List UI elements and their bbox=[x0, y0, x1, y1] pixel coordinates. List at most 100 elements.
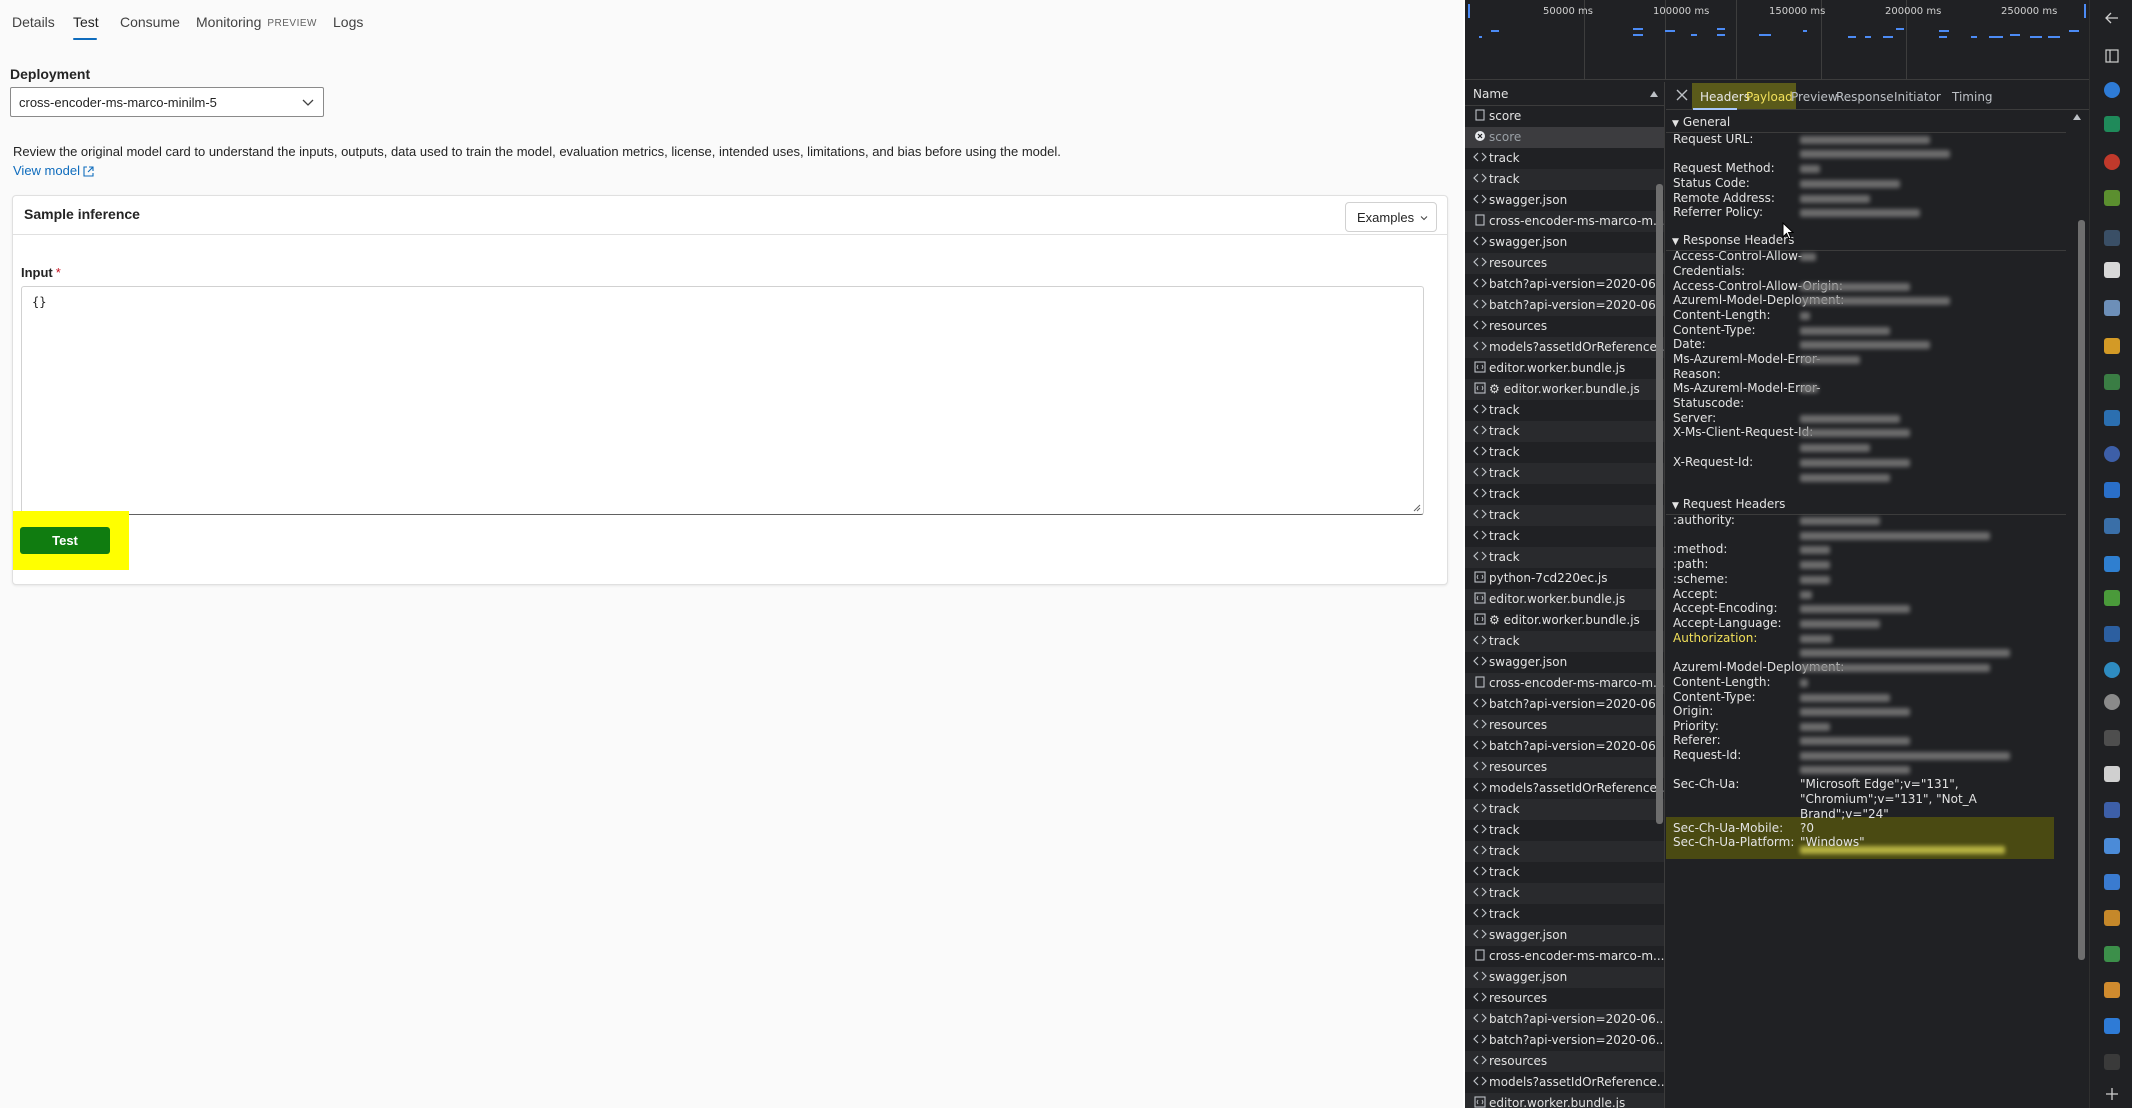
response-headers-toggle[interactable]: ▼ Response Headers bbox=[1666, 229, 2066, 251]
request-row[interactable]: score bbox=[1465, 127, 1664, 148]
general-section-toggle[interactable]: ▼ General bbox=[1666, 111, 2066, 133]
request-row[interactable]: track bbox=[1465, 400, 1664, 421]
tab-response[interactable]: Response bbox=[1836, 90, 1894, 104]
request-row[interactable]: batch?api-version=2020-06... bbox=[1465, 694, 1664, 715]
request-row[interactable]: batch?api-version=2020-06... bbox=[1465, 736, 1664, 757]
request-row[interactable]: editor.worker.bundle.js bbox=[1465, 589, 1664, 610]
input-editor[interactable]: {} bbox=[21, 286, 1424, 515]
request-row[interactable]: ⚙ editor.worker.bundle.js bbox=[1465, 610, 1664, 631]
tab-monitoring[interactable]: Monitoring PREVIEW bbox=[196, 14, 317, 30]
tools-icon[interactable] bbox=[2104, 300, 2120, 316]
monitor-icon[interactable] bbox=[2104, 518, 2120, 534]
request-row[interactable]: track bbox=[1465, 505, 1664, 526]
request-row[interactable]: track bbox=[1465, 820, 1664, 841]
request-row[interactable]: track bbox=[1465, 883, 1664, 904]
request-row[interactable]: resources bbox=[1465, 253, 1664, 274]
resize-grip-icon[interactable] bbox=[1413, 504, 1421, 512]
request-row[interactable]: track bbox=[1465, 862, 1664, 883]
red-extension-icon[interactable] bbox=[2104, 154, 2120, 170]
azure-ml-icon[interactable] bbox=[2104, 482, 2120, 498]
request-row[interactable]: models?assetIdOrReference... bbox=[1465, 337, 1664, 358]
request-row[interactable]: track bbox=[1465, 442, 1664, 463]
request-row[interactable]: resources bbox=[1465, 1051, 1664, 1072]
request-row[interactable]: batch?api-version=2020-06... bbox=[1465, 1030, 1664, 1051]
request-row[interactable]: cross-encoder-ms-marco-m... bbox=[1465, 673, 1664, 694]
tab-preview[interactable]: Preview bbox=[1791, 90, 1838, 104]
request-row[interactable]: models?assetIdOrReference... bbox=[1465, 1072, 1664, 1093]
request-row[interactable]: python-7cd220ec.js bbox=[1465, 568, 1664, 589]
azure-icon[interactable] bbox=[2104, 410, 2120, 426]
request-row[interactable]: resources bbox=[1465, 715, 1664, 736]
request-row[interactable]: swagger.json bbox=[1465, 967, 1664, 988]
request-row[interactable]: batch?api-version=2020-06... bbox=[1465, 274, 1664, 295]
edit-icon[interactable] bbox=[2104, 874, 2120, 890]
back-arrow-icon[interactable] bbox=[2104, 10, 2120, 26]
office-icon[interactable] bbox=[2104, 190, 2120, 206]
chart-icon[interactable] bbox=[2104, 338, 2120, 354]
split-window-icon[interactable] bbox=[2104, 48, 2120, 64]
copilot-icon[interactable] bbox=[2104, 82, 2120, 98]
request-row[interactable]: score bbox=[1465, 106, 1664, 127]
scroll-up-icon[interactable] bbox=[2073, 114, 2081, 120]
request-list-scrollbar[interactable] bbox=[1656, 184, 1663, 824]
timeline-range-handle[interactable] bbox=[2084, 4, 2086, 18]
request-row[interactable]: batch?api-version=2020-06... bbox=[1465, 295, 1664, 316]
request-row[interactable]: editor.worker.bundle.js bbox=[1465, 358, 1664, 379]
request-row[interactable]: swagger.json bbox=[1465, 652, 1664, 673]
teams-icon[interactable] bbox=[2104, 662, 2120, 678]
request-row[interactable]: swagger.json bbox=[1465, 925, 1664, 946]
search-icon[interactable] bbox=[2104, 230, 2120, 246]
outlook-icon[interactable] bbox=[2104, 626, 2120, 642]
request-row[interactable]: track bbox=[1465, 169, 1664, 190]
designer-icon[interactable] bbox=[2104, 116, 2120, 132]
tab-logs[interactable]: Logs bbox=[333, 14, 363, 30]
store-icon[interactable] bbox=[2104, 910, 2120, 926]
bing-chat-icon[interactable] bbox=[2104, 1018, 2120, 1034]
add-icon[interactable] bbox=[2104, 1086, 2120, 1102]
search-small-icon[interactable] bbox=[2104, 1054, 2120, 1070]
sheets-icon[interactable] bbox=[2104, 982, 2120, 998]
apps-icon[interactable] bbox=[2104, 374, 2120, 390]
details-scrollbar[interactable] bbox=[2078, 220, 2085, 960]
request-row[interactable]: cross-encoder-ms-marco-m... bbox=[1465, 211, 1664, 232]
document-icon[interactable] bbox=[2104, 262, 2120, 278]
tab-payload[interactable]: Payload bbox=[1746, 90, 1793, 104]
game-icon[interactable] bbox=[2104, 590, 2120, 606]
request-row[interactable]: track bbox=[1465, 526, 1664, 547]
timeline-range-handle[interactable] bbox=[1468, 4, 1470, 18]
request-row[interactable]: track bbox=[1465, 484, 1664, 505]
network-timeline-overview[interactable]: 50000 ms 100000 ms 150000 ms 200000 ms 2… bbox=[1465, 0, 2089, 80]
request-row[interactable]: track bbox=[1465, 904, 1664, 925]
request-row[interactable]: resources bbox=[1465, 757, 1664, 778]
request-row[interactable]: track bbox=[1465, 841, 1664, 862]
view-model-link[interactable]: View model bbox=[13, 163, 94, 178]
request-row[interactable]: ⚙ editor.worker.bundle.js bbox=[1465, 379, 1664, 400]
request-row[interactable]: swagger.json bbox=[1465, 190, 1664, 211]
cloud-icon[interactable] bbox=[2104, 730, 2120, 746]
request-row[interactable]: cross-encoder-ms-marco-m... bbox=[1465, 946, 1664, 967]
request-row[interactable]: track bbox=[1465, 547, 1664, 568]
request-row[interactable]: track bbox=[1465, 799, 1664, 820]
request-headers-toggle[interactable]: ▼ Request Headers bbox=[1666, 493, 2066, 515]
tab-headers[interactable]: Headers bbox=[1700, 90, 1750, 104]
tab-timing[interactable]: Timing bbox=[1952, 90, 1993, 104]
close-icon[interactable] bbox=[1674, 87, 1690, 103]
notes-icon[interactable] bbox=[2104, 766, 2120, 782]
examples-button[interactable]: Examples bbox=[1345, 202, 1437, 232]
globe-icon[interactable] bbox=[2104, 694, 2120, 710]
request-row[interactable]: track bbox=[1465, 463, 1664, 484]
tab-details[interactable]: Details bbox=[12, 14, 55, 30]
request-row[interactable]: resources bbox=[1465, 316, 1664, 337]
request-row[interactable]: track bbox=[1465, 421, 1664, 442]
request-row[interactable]: track bbox=[1465, 148, 1664, 169]
deployment-dropdown[interactable]: cross-encoder-ms-marco-minilm-5 bbox=[10, 87, 324, 117]
request-row[interactable]: editor.worker.bundle.js bbox=[1465, 1093, 1664, 1108]
request-row[interactable]: track bbox=[1465, 631, 1664, 652]
name-column-header[interactable]: Name bbox=[1465, 82, 1664, 106]
devops-icon[interactable] bbox=[2104, 446, 2120, 462]
request-row[interactable]: models?assetIdOrReference... bbox=[1465, 778, 1664, 799]
request-row[interactable]: batch?api-version=2020-06... bbox=[1465, 1009, 1664, 1030]
test-button[interactable]: Test bbox=[20, 527, 110, 554]
pen-icon[interactable] bbox=[2104, 802, 2120, 818]
request-row[interactable]: swagger.json bbox=[1465, 232, 1664, 253]
